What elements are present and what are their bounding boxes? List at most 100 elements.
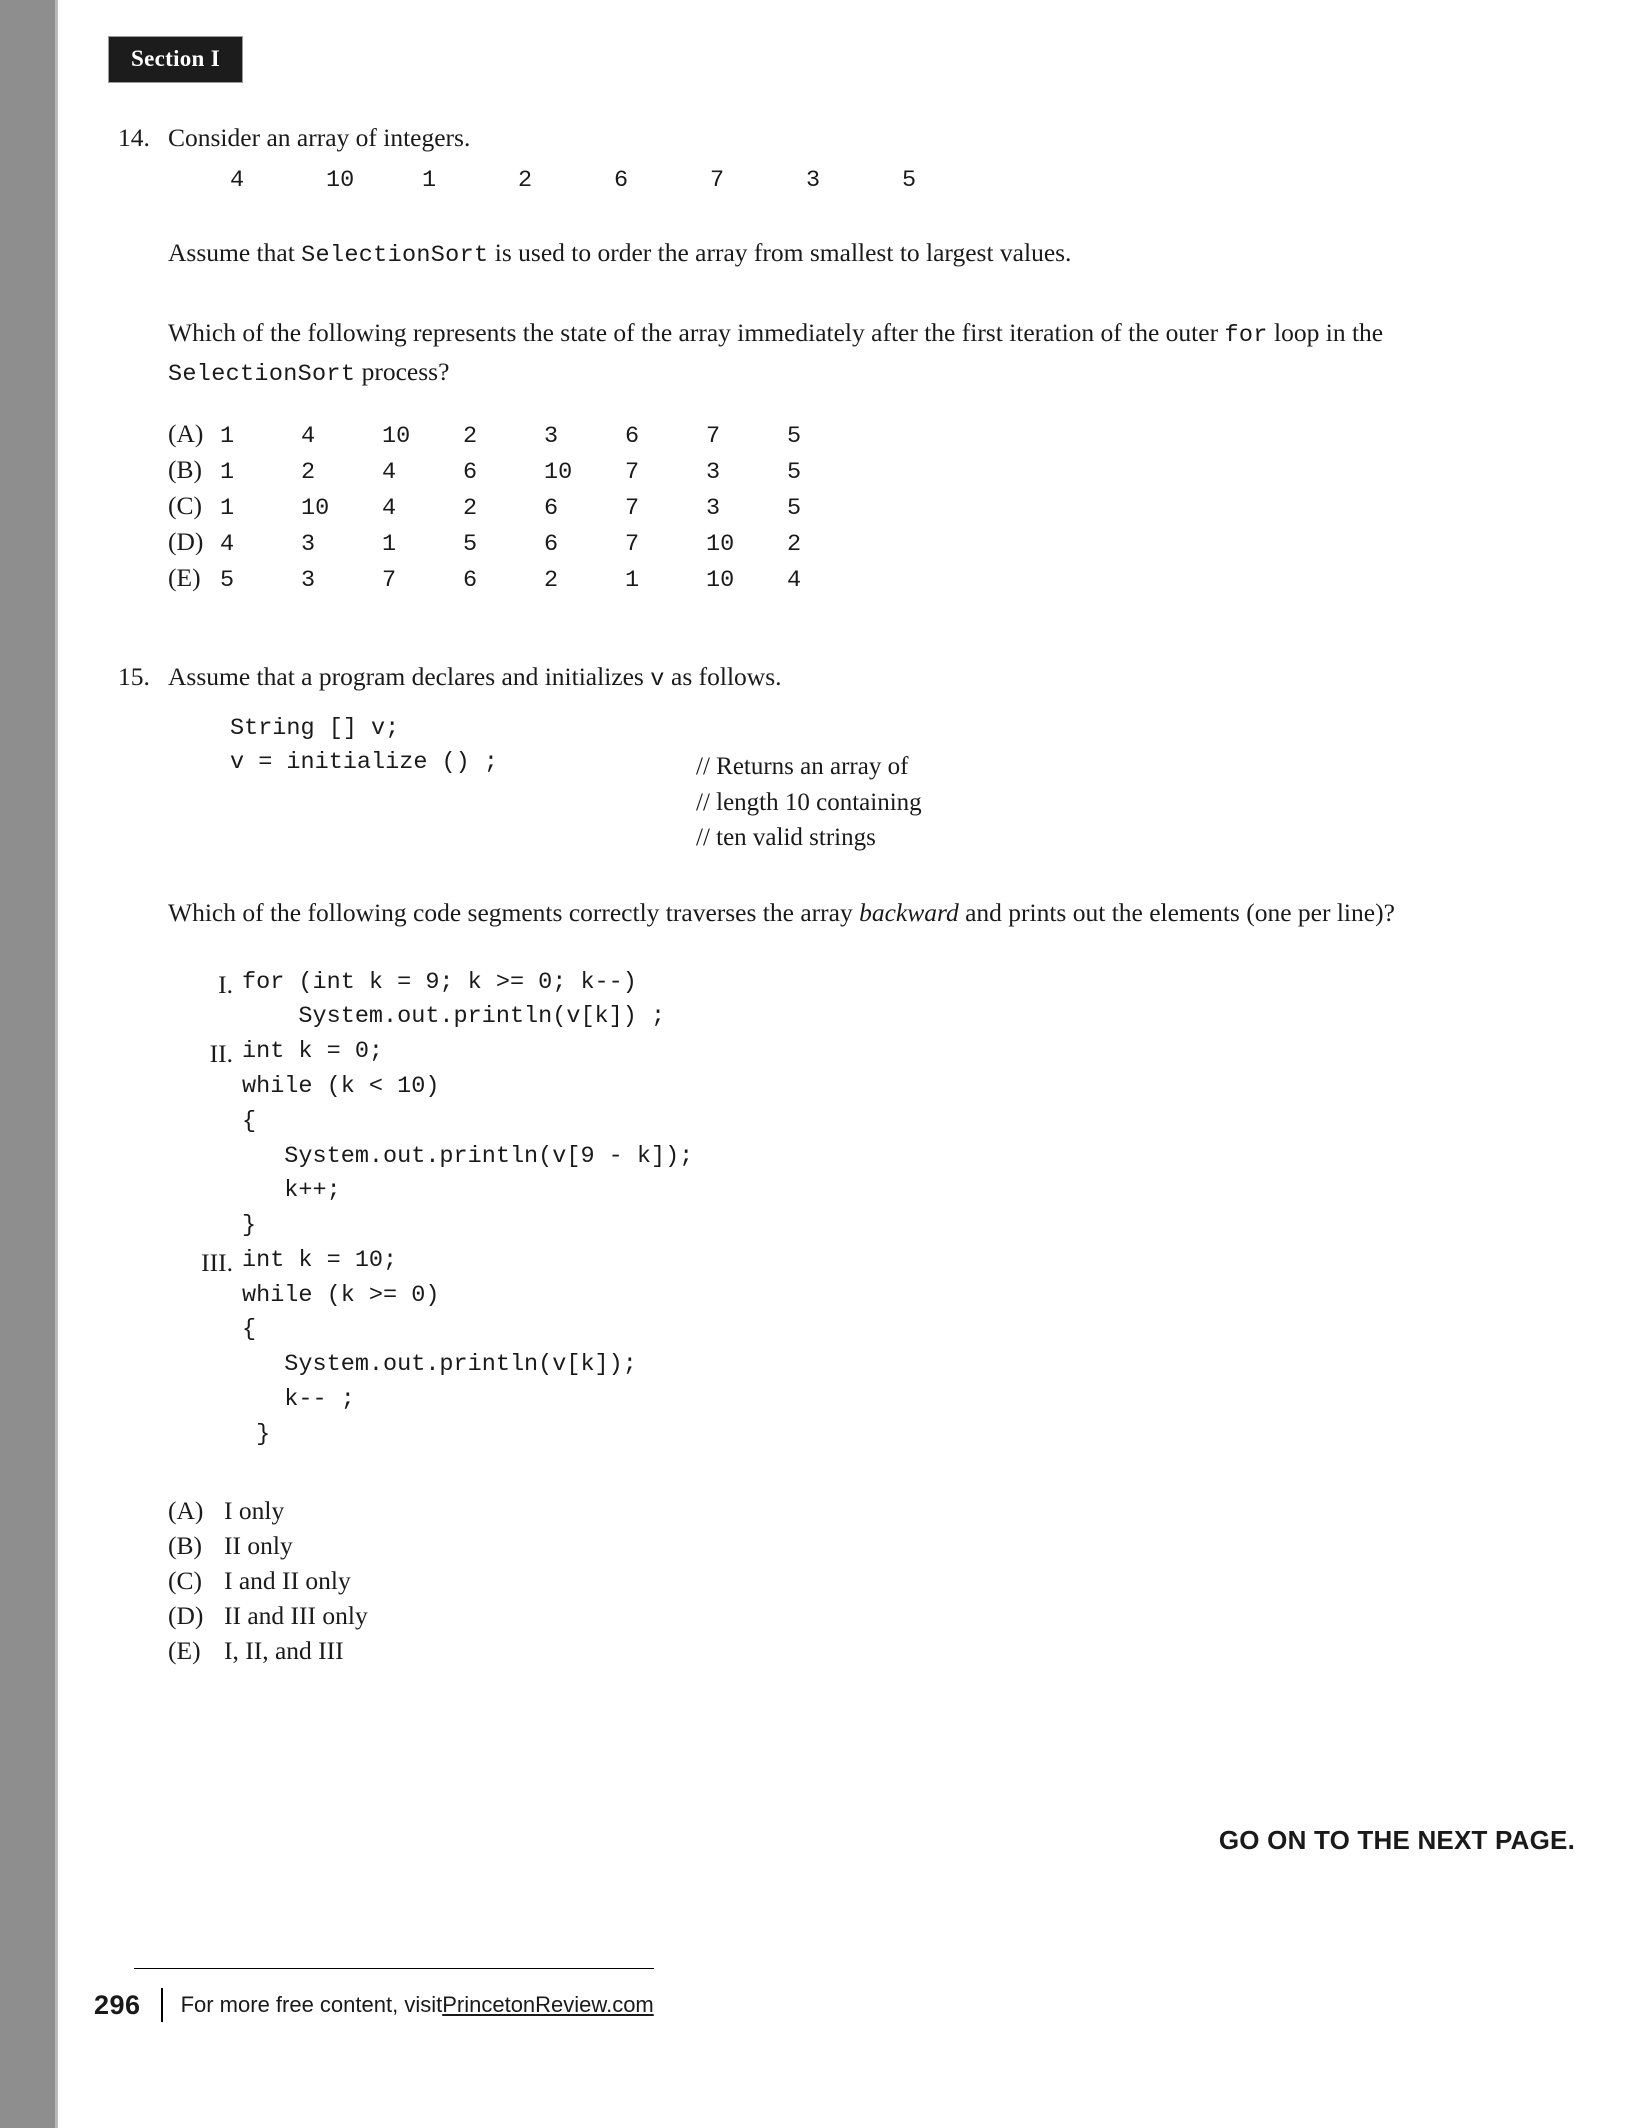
choice-option-e[interactable]: (E) 5 3 7 6 2 1 10 4 <box>168 563 1641 599</box>
choice-value: 1 <box>625 566 640 594</box>
question-15-code-block: String [] v; v = initialize () ; // Retu… <box>230 712 1641 851</box>
question-15-number: 15. <box>118 661 150 691</box>
footer-separator <box>160 1988 163 2022</box>
choice-label: (D) <box>168 1601 204 1631</box>
question-14-number: 14. <box>118 123 150 152</box>
comment-line: // ten valid strings <box>696 824 876 852</box>
footer-link[interactable]: PrincetonReview.com <box>442 1992 654 2018</box>
choice-value: 7 <box>625 530 640 558</box>
page-gutter-bar <box>0 0 55 2128</box>
inline-code: for <box>1224 321 1268 349</box>
choice-value: 2 <box>787 530 802 558</box>
choice-value: 4 <box>787 566 802 594</box>
choice-value: 2 <box>463 422 478 450</box>
choice-value: 10 <box>382 422 411 450</box>
choice-value: 1 <box>382 530 397 558</box>
choice-value: 2 <box>301 458 316 486</box>
choice-value: 10 <box>544 458 573 486</box>
choice-value: 1 <box>220 458 235 486</box>
para-text: Which of the following represents the st… <box>168 317 1225 347</box>
segment-numeral: II. <box>209 1039 233 1069</box>
document-page: Section I 14. Consider an array of integ… <box>58 0 1641 2128</box>
code-line-2: v = initialize () ; <box>230 748 498 776</box>
choice-option-e[interactable]: (E) I, II, and III <box>168 1636 1641 1671</box>
choice-value: 3 <box>706 458 721 486</box>
inline-code: v <box>650 665 665 693</box>
choice-label: (E) <box>168 562 201 592</box>
inline-code: SelectionSort <box>301 242 489 270</box>
choice-value: 4 <box>382 458 397 486</box>
choice-text: I only <box>224 1496 285 1526</box>
choice-text: II only <box>224 1531 293 1561</box>
go-on-notice: GO ON TO THE NEXT PAGE. <box>1218 1825 1575 1855</box>
choice-value: 4 <box>301 422 316 450</box>
array-cell: 1 <box>422 167 437 195</box>
choice-value: 10 <box>706 566 735 594</box>
choice-label: (A) <box>168 418 204 448</box>
choice-option-c[interactable]: (C) I and II only <box>168 1566 1641 1601</box>
choice-value: 3 <box>544 422 559 450</box>
choice-label: (C) <box>168 490 202 520</box>
choice-value: 4 <box>382 494 397 522</box>
question-15-choices: (A) I only (B) II only (C) I and II only… <box>168 1496 1641 1671</box>
choice-value: 7 <box>625 458 640 486</box>
question-14-stem: Consider an array of integers. <box>168 123 471 152</box>
comment-line: // Returns an array of <box>696 753 909 781</box>
para-text: Which of the following code segments cor… <box>168 898 860 928</box>
segment-code: for (int k = 9; k >= 0; k--) System.out.… <box>242 968 666 1031</box>
question-14-paragraph-2: Which of the following represents the st… <box>168 314 1423 393</box>
question-15-segments: I. for (int k = 9; k >= 0; k--) System.o… <box>188 966 1641 1453</box>
choice-text: I and II only <box>224 1566 351 1596</box>
stem-text: Assume that a program declares and initi… <box>168 661 651 691</box>
choice-text: I, II, and III <box>224 1636 344 1666</box>
choice-value: 4 <box>220 530 235 558</box>
choice-label: (B) <box>168 454 202 484</box>
choice-text: II and III only <box>224 1601 368 1631</box>
segment-code: int k = 0; while (k < 10) { System.out.p… <box>242 1038 694 1240</box>
para-text: Assume that <box>168 238 302 268</box>
choice-value: 6 <box>463 566 478 594</box>
para-text: process? <box>355 357 450 387</box>
comment-line: // length 10 containing <box>696 788 922 816</box>
footer-text: For more free content, visit <box>180 1992 443 2017</box>
choice-label: (E) <box>168 1636 201 1666</box>
segment-ii: II. int k = 0; while (k < 10) { System.o… <box>188 1035 1641 1244</box>
choice-option-d[interactable]: (D) 4 3 1 5 6 7 10 2 <box>168 527 1641 563</box>
choice-value: 5 <box>787 494 802 522</box>
choice-value: 5 <box>463 530 478 558</box>
choice-value: 5 <box>220 566 235 594</box>
array-cell: 2 <box>518 167 533 195</box>
question-14-array: 4 10 1 2 6 7 3 5 <box>230 167 1641 194</box>
choice-option-b[interactable]: (B) 1 2 4 6 10 7 3 5 <box>168 455 1641 491</box>
choice-value: 10 <box>706 530 735 558</box>
choice-value: 1 <box>220 422 235 450</box>
array-cell: 3 <box>806 167 821 195</box>
para-emphasis: backward <box>859 898 959 928</box>
question-15-heading: 15. Assume that a program declares and i… <box>118 659 1641 696</box>
choice-value: 7 <box>382 566 397 594</box>
choice-option-a[interactable]: (A) 1 4 10 2 3 6 7 5 <box>168 419 1641 455</box>
array-cell: 6 <box>614 167 629 195</box>
choice-value: 7 <box>625 494 640 522</box>
choice-option-b[interactable]: (B) II only <box>168 1531 1641 1566</box>
inline-code: SelectionSort <box>168 361 356 389</box>
array-cell: 10 <box>326 167 355 195</box>
question-14: 14. Consider an array of integers. 4 10 … <box>58 120 1641 599</box>
footer-rule <box>134 1968 654 1969</box>
choice-label: (A) <box>168 1496 204 1526</box>
choice-value: 6 <box>463 458 478 486</box>
segment-code: int k = 10; while (k >= 0) { System.out.… <box>242 1246 637 1448</box>
stem-text: as follows. <box>664 661 782 691</box>
segment-numeral: I. <box>218 969 233 999</box>
question-15-paragraph: Which of the following code segments cor… <box>168 894 1423 931</box>
array-cell: 4 <box>230 167 245 195</box>
question-14-choices: (A) 1 4 10 2 3 6 7 5 (B) 1 2 4 6 10 7 3 … <box>168 419 1641 599</box>
para-text: and prints out the elements (one per lin… <box>958 898 1395 928</box>
page-number: 296 <box>94 1989 141 2020</box>
choice-option-a[interactable]: (A) I only <box>168 1496 1641 1531</box>
page-footer: 296 For more free content, visit Princet… <box>94 1968 1594 2022</box>
para-text: is used to order the array from smallest… <box>488 238 1072 268</box>
section-tab: Section I <box>108 36 243 83</box>
choice-option-d[interactable]: (D) II and III only <box>168 1601 1641 1636</box>
choice-option-c[interactable]: (C) 1 10 4 2 6 7 3 5 <box>168 491 1641 527</box>
